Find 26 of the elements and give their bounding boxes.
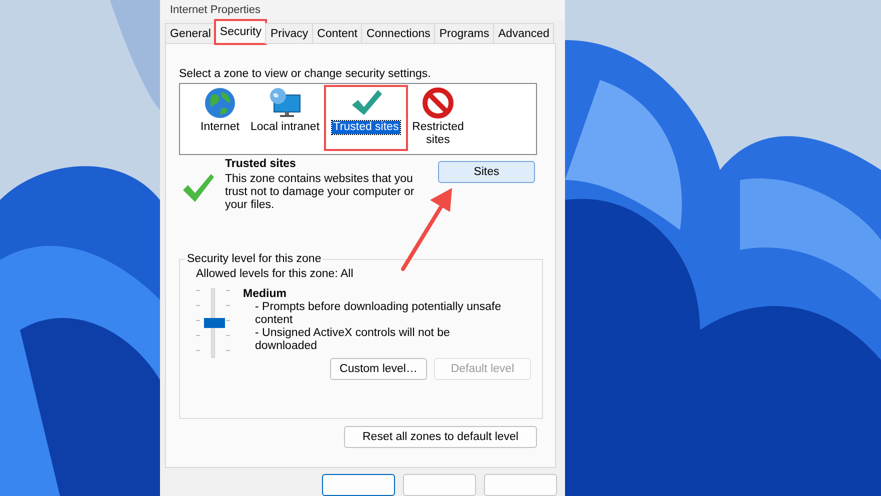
zone-item[interactable]: Internet: [196, 87, 244, 154]
level-button[interactable]: Custom level…: [330, 358, 427, 380]
tab[interactable]: General: [165, 23, 216, 44]
zone-title: Trusted sites: [225, 157, 297, 172]
reset-zones-button[interactable]: Reset all zones to default level: [344, 426, 537, 448]
zone-item[interactable]: Restricted sites: [406, 87, 470, 154]
zone-description: This zone contains websites that you trust not to damage your computer or your files.: [225, 173, 416, 212]
allowed-levels-label: Allowed levels for this zone: All: [196, 268, 354, 280]
zone-prompt: Select a zone to view or change security settings.: [179, 68, 432, 80]
dialog-button[interactable]: [322, 474, 395, 496]
slider-thumb[interactable]: [204, 318, 225, 328]
network-monitor-icon: [268, 87, 302, 120]
level-description: - Unsigned ActiveX controls will not be downloaded: [254, 327, 451, 354]
zone-item[interactable]: Trusted sites: [326, 87, 406, 150]
tab[interactable]: Advanced: [493, 23, 554, 44]
security-slider[interactable]: [196, 288, 230, 358]
sites-button[interactable]: Sites: [438, 161, 535, 184]
window-title: Internet Properties: [170, 4, 260, 16]
level-name: Medium: [243, 288, 288, 302]
tab[interactable]: Privacy: [265, 23, 314, 44]
no-entry-icon: [422, 87, 454, 120]
zone-item[interactable]: Local intranet: [244, 87, 326, 154]
tab[interactable]: Security: [214, 20, 266, 44]
globe-icon: [204, 87, 236, 120]
level-description: - Prompts before downloading potentially unsafe content: [254, 301, 502, 328]
group-legend: Security level for this zone: [185, 253, 324, 266]
